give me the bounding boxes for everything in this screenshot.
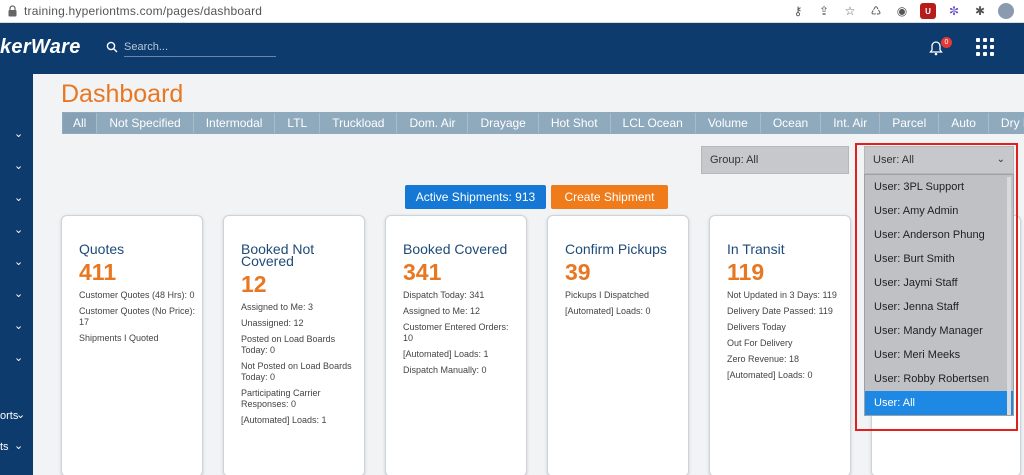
browser-address-bar: training.hyperiontms.com/pages/dashboard… [0, 0, 1024, 23]
card-line-link[interactable]: Not Posted on Load Boards Today: 0 [241, 361, 359, 383]
dashboard-card[interactable]: In Transit 119 Not Updated in 3 Days: 119 D… [709, 215, 851, 475]
sidebar-chevron-ts-icon[interactable]: ⌄ [14, 439, 26, 452]
card-line-link[interactable]: [Automated] Loads: 1 [241, 415, 359, 426]
sidebar-chevron-6-icon[interactable]: ⌄ [14, 287, 26, 300]
tab-12[interactable]: Parcel [880, 113, 940, 133]
group-select[interactable]: Group: All [701, 146, 849, 174]
sidebar-chevron-4-icon[interactable]: ⌄ [14, 223, 26, 236]
tab-4[interactable]: Truckload [320, 113, 398, 133]
tab-0[interactable]: All [63, 113, 98, 133]
card-title[interactable]: Booked Not Covered [241, 242, 364, 268]
tab-13[interactable]: Auto [939, 113, 989, 133]
card-line-link[interactable]: Assigned to Me: 12 [403, 306, 521, 317]
tab-14[interactable]: Dry Bu [989, 113, 1024, 133]
card-count[interactable]: 341 [403, 259, 526, 285]
card-line-link[interactable]: Customer Entered Orders: 10 [403, 322, 521, 344]
share-icon[interactable]: ⇪ [816, 3, 832, 19]
card-line-link[interactable]: Pickups I Dispatched [565, 290, 683, 301]
sidebar-chevron-5-icon[interactable]: ⌄ [14, 255, 26, 268]
create-shipment-button[interactable]: Create Shipment [551, 185, 668, 209]
browser-url[interactable]: training.hyperiontms.com/pages/dashboard [24, 4, 262, 18]
card-line-link[interactable]: Customer Quotes (No Price): 17 [79, 306, 197, 328]
dashboard-card[interactable]: Booked Not Covered 12 Assigned to Me: 3 Una… [223, 215, 365, 475]
card-lines: Dispatch Today: 341 Assigned to Me: 12 Cus… [403, 290, 521, 376]
sidebar-chevron-1-icon[interactable]: ⌄ [14, 127, 26, 140]
sidebar-chevron-3-icon[interactable]: ⌄ [14, 191, 26, 204]
active-shipments-button[interactable]: Active Shipments: 913 [405, 185, 546, 209]
card-line-link[interactable]: Unassigned: 12 [241, 318, 359, 329]
sidebar-item-ts[interactable]: ts [0, 441, 9, 453]
dashboard-card[interactable]: Booked Covered 341 Dispatch Today: 341 Assi… [385, 215, 527, 475]
card-count[interactable]: 411 [79, 259, 202, 285]
tab-6[interactable]: Drayage [468, 113, 539, 133]
card-line-link[interactable]: Dispatch Today: 341 [403, 290, 521, 301]
search-icon [106, 41, 118, 53]
card-line-link[interactable]: [Automated] Loads: 0 [565, 306, 683, 317]
card-title[interactable]: Booked Covered [403, 242, 526, 256]
card-count[interactable]: 119 [727, 259, 850, 285]
card-line-link[interactable]: Zero Revenue: 18 [727, 354, 845, 365]
mode-tabs: All Not Specified Intermodal LTL Truckload Do… [62, 112, 1024, 134]
card-line-link[interactable]: Out For Delivery [727, 338, 845, 349]
flower-extension-icon[interactable]: ✼ [946, 3, 962, 19]
card-line-link[interactable]: Delivers Today [727, 322, 845, 333]
card-count[interactable]: 12 [241, 271, 364, 297]
tab-7[interactable]: Hot Shot [539, 113, 611, 133]
sidebar-chevron-8-icon[interactable]: ⌄ [14, 351, 26, 364]
card-lines: Pickups I Dispatched [Automated] Loads: 0 [565, 290, 683, 317]
tab-9[interactable]: Volume [696, 113, 761, 133]
card-line-link[interactable]: Shipments I Quoted [79, 333, 197, 344]
card-line-link[interactable]: Customer Quotes (48 Hrs): 0 [79, 290, 197, 301]
card-line-link[interactable]: [Automated] Loads: 0 [727, 370, 845, 381]
tab-10[interactable]: Ocean [761, 113, 822, 133]
card-line-link[interactable]: Not Updated in 3 Days: 119 [727, 290, 845, 301]
card-lines: Customer Quotes (48 Hrs): 0 Customer Quot… [79, 290, 197, 344]
red-highlight-box [855, 143, 1018, 431]
profile-avatar[interactable] [998, 3, 1014, 19]
left-sidebar: ⌄ ⌄ ⌄ ⌄ ⌄ ⌄ ⌄ ⌄ orts ⌄ ts ⌄ [0, 74, 33, 475]
sidebar-chevron-7-icon[interactable]: ⌄ [14, 319, 26, 332]
tab-2[interactable]: Intermodal [194, 113, 276, 133]
sidebar-chevron-reports-icon[interactable]: ⌄ [16, 408, 28, 421]
page-title: Dashboard [61, 80, 184, 108]
card-line-link[interactable]: Posted on Load Boards Today: 0 [241, 334, 359, 356]
card-lines: Assigned to Me: 3 Unassigned: 12 Posted on… [241, 302, 359, 426]
card-title[interactable]: In Transit [727, 242, 850, 256]
card-line-link[interactable]: Participating Carrier Responses: 0 [241, 388, 359, 410]
card-line-link[interactable]: Assigned to Me: 3 [241, 302, 359, 313]
card-lines: Not Updated in 3 Days: 119 Delivery Date … [727, 290, 845, 381]
star-icon[interactable]: ☆ [842, 3, 858, 19]
card-line-link[interactable]: Delivery Date Passed: 119 [727, 306, 845, 317]
sidebar-chevron-2-icon[interactable]: ⌄ [14, 159, 26, 172]
notification-badge: 0 [941, 37, 952, 48]
key-icon[interactable]: ⚷ [790, 3, 806, 19]
recycle-extension-icon[interactable]: ♺ [868, 3, 884, 19]
extension-circle-icon[interactable]: ◉ [894, 3, 910, 19]
puzzle-extension-icon[interactable]: ✱ [972, 3, 988, 19]
tab-1[interactable]: Not Specified [97, 113, 194, 133]
group-select-value: Group: All [710, 154, 759, 166]
search-input[interactable] [124, 37, 276, 57]
tab-11[interactable]: Int. Air [821, 113, 881, 133]
card-line-link[interactable]: [Automated] Loads: 1 [403, 349, 521, 360]
tab-8[interactable]: LCL Ocean [611, 113, 696, 133]
tab-3[interactable]: LTL [275, 113, 321, 133]
card-count[interactable]: 39 [565, 259, 688, 285]
dashboard-card[interactable]: Confirm Pickups 39 Pickups I Dispatched [Au… [547, 215, 689, 475]
top-navigation-bar: kerWare 0 [0, 23, 1024, 74]
card-line-link[interactable]: Dispatch Manually: 0 [403, 365, 521, 376]
card-title[interactable]: Quotes [79, 242, 202, 256]
apps-grid-icon[interactable] [976, 38, 994, 56]
lock-icon [8, 5, 17, 17]
brand-logo[interactable]: kerWare [0, 36, 81, 59]
tab-5[interactable]: Dom. Air [397, 113, 469, 133]
red-extension-icon[interactable]: U [920, 3, 936, 19]
dashboard-card[interactable]: Quotes 411 Customer Quotes (48 Hrs): 0 Cust… [61, 215, 203, 475]
card-title[interactable]: Confirm Pickups [565, 242, 688, 256]
